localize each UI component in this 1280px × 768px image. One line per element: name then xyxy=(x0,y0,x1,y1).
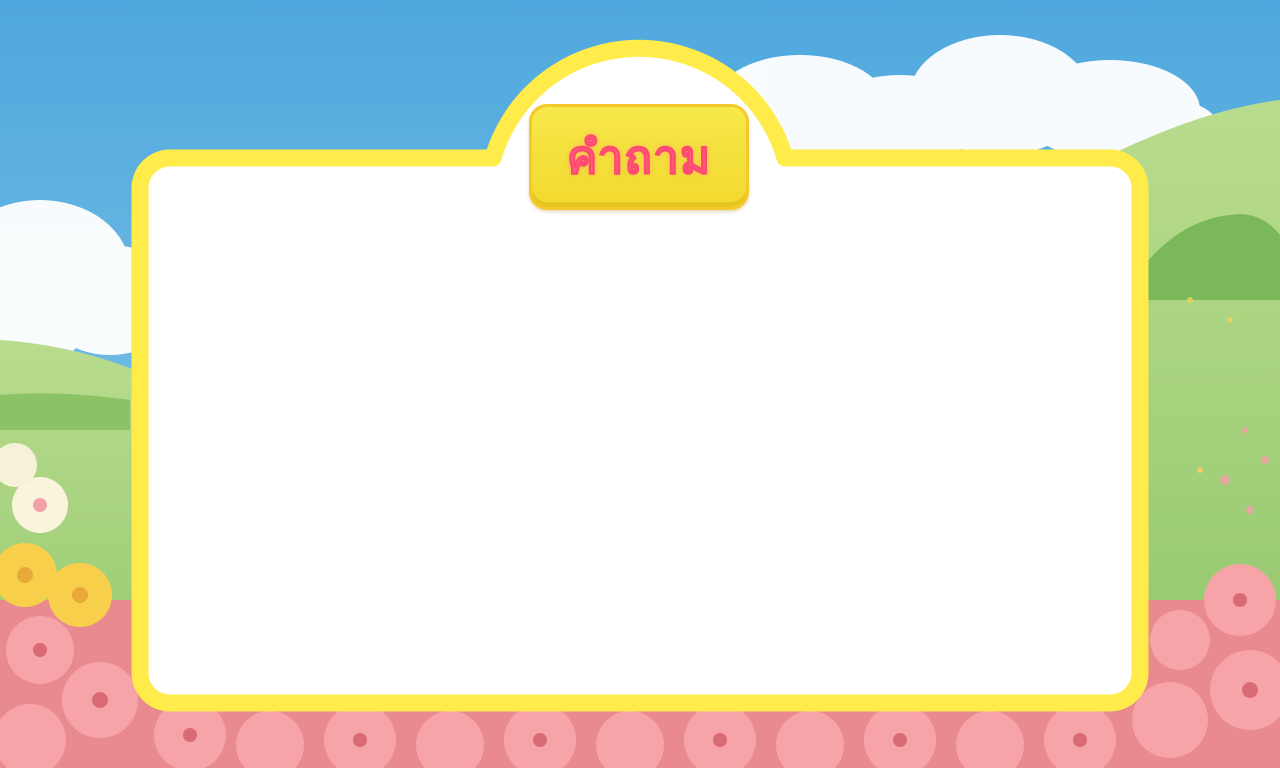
question-title: คำถาม xyxy=(566,130,712,184)
question-content-area xyxy=(160,215,1120,685)
title-badge: คำถาม xyxy=(529,104,749,210)
